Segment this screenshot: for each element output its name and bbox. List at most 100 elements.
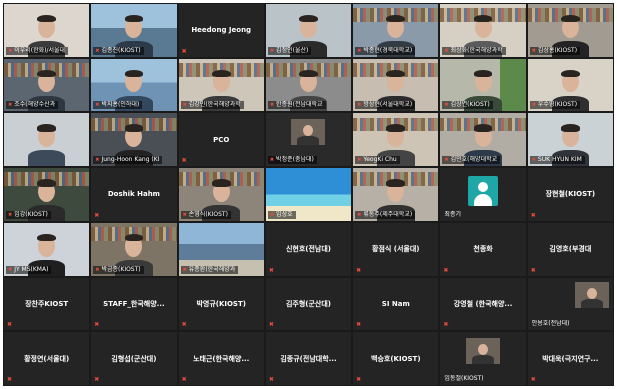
participant-name-text: 방상현(서울대학교)	[363, 101, 413, 109]
muted-mic-icon: ✖	[94, 321, 100, 329]
participant-name-text: 박지홍(인하대)	[101, 101, 140, 109]
participant-tile[interactable]: 장찬주KIOST ✖	[4, 277, 90, 331]
participant-name: ✖ JY MS(KMA)	[6, 265, 52, 274]
participant-tile[interactable]: ✖ JY MS(KMA)	[4, 222, 90, 276]
participant-name: 강영철 (한국해양...	[453, 299, 513, 308]
participant-tile[interactable]: Heedong Jeong ✖	[178, 4, 264, 57]
participant-name: 김주형(군산대)	[285, 299, 332, 308]
participant-tile[interactable]: ✖ 김종진(KIOST)	[91, 4, 177, 57]
participant-tile[interactable]: 김영호(부경대 ✖	[527, 222, 613, 276]
participant-name-text: 최상화(한국해양과학	[450, 46, 503, 54]
participant-name: 백승호(KIOST)	[371, 354, 421, 363]
participant-name: ✖ 임강(KIOST)	[6, 210, 51, 219]
participant-tile[interactable]: ✖ 최상화(한국해양과학	[440, 4, 526, 57]
participant-tile[interactable]: 황정연(서울대) ✖	[4, 332, 90, 385]
participant-name: 박영규(KIOST)	[196, 299, 246, 308]
participant-name-text: 김민호(해양대학교	[450, 156, 498, 164]
participant-name: ✖ 박지홍(인하대)	[93, 101, 143, 110]
participant-name: ✖ 김상홍(KIOST)	[529, 46, 581, 55]
muted-mic-icon: ✖	[182, 102, 187, 109]
participant-name: ✖ 박종현(경북대학교)	[355, 46, 416, 55]
muted-mic-icon: ✖	[530, 266, 536, 274]
participant-tile[interactable]: 최종기	[440, 168, 526, 221]
participant-tile[interactable]: STAFF_한국해양... ✖	[91, 277, 177, 331]
participant-name: 장찬주KIOST	[25, 299, 69, 308]
participant-name: Heedong Jeong	[191, 26, 252, 35]
participant-name-text: 김정인(울산)	[276, 46, 309, 54]
participant-name: ✖ 김강민(한국해양과학	[180, 101, 244, 110]
participant-name-text: 박정준(충남대)	[276, 156, 314, 164]
participant-name: ✖ 조수(해양수산과	[6, 101, 59, 110]
participant-tile[interactable]: 임동철(KIOST)	[440, 332, 526, 385]
participant-tile[interactable]: ✖ 임상호	[265, 168, 352, 221]
participant-tile[interactable]: ✖ YeogKi Chu	[353, 113, 439, 167]
participant-name: ✖ Jung-Hoon Kang (KI	[93, 156, 163, 165]
participant-name-text: 손영식(KIOST)	[188, 210, 228, 218]
participant-name-text: JY MS(KMA)	[14, 265, 49, 273]
participant-tile[interactable]: ✖ 김강민(한국해양과학	[178, 58, 264, 112]
muted-mic-icon: ✖	[443, 266, 449, 274]
participant-tile[interactable]: ✖ 우수영(KIOST)	[527, 58, 613, 112]
participant-name-text: 유종환(한국해양과	[188, 265, 236, 273]
participant-tile[interactable]: ✖ 박정준(충남대)	[265, 113, 352, 167]
participant-tile[interactable]: ✖ 손영식(KIOST)	[178, 168, 264, 221]
muted-mic-icon: ✖	[444, 47, 449, 54]
video-feed	[574, 281, 609, 308]
participant-name-text: 임강(KIOST)	[14, 210, 48, 218]
participant-name-text: 임상호	[276, 210, 293, 218]
participant-tile[interactable]: 신현호(전남대) ✖	[265, 222, 352, 276]
participant-name: PCO	[213, 135, 230, 144]
participant-tile[interactable]: ✖ 박지홍(인하대)	[91, 58, 177, 112]
participant-tile[interactable]: ✖ 김상홍(KIOST)	[527, 4, 613, 57]
participant-tile[interactable]: Doshik Hahm ✖	[91, 168, 177, 221]
participant-tile[interactable]	[4, 113, 90, 167]
participant-name: 김영호(부경대	[549, 245, 592, 254]
participant-name: ✖ 손영식(KIOST)	[180, 210, 231, 219]
participant-tile[interactable]: 강영철 (한국해양... ✖	[440, 277, 526, 331]
participant-tile[interactable]: ✖ 이우리(한화)/서울대	[4, 4, 90, 57]
participant-tile[interactable]: 박대욱(극지연구... ✖	[527, 332, 613, 385]
muted-mic-icon: ✖	[94, 211, 100, 219]
participant-tile[interactable]: 박영규(KIOST) ✖	[178, 277, 264, 331]
participant-tile[interactable]: 장현철(KIOST) ✖	[527, 168, 613, 221]
participant-name-text: 박금종(KIOST)	[101, 265, 141, 273]
muted-mic-icon: ✖	[269, 157, 275, 164]
muted-mic-icon: ✖	[95, 102, 100, 109]
participant-tile[interactable]: ✖ 박종현(경북대학교)	[353, 4, 439, 57]
participant-name: STAFF_한국해양...	[103, 299, 165, 308]
participant-tile[interactable]: ✖ 조수(해양수산과	[4, 58, 90, 112]
muted-mic-icon: ✖	[530, 376, 536, 383]
participant-tile[interactable]: ✖ 임강(KIOST)	[4, 168, 90, 221]
participant-tile[interactable]: PCO ✖	[178, 113, 264, 167]
muted-mic-icon: ✖	[357, 157, 362, 164]
video-feed	[4, 113, 90, 167]
participant-tile[interactable]: 노태근(한국해양... ✖	[178, 332, 264, 385]
participant-tile[interactable]: SI Nam ✖	[353, 277, 439, 331]
participant-tile[interactable]: ✖ 김정인(울산)	[265, 4, 352, 57]
participant-name: ✖ YeogKi Chu	[355, 156, 400, 165]
muted-mic-icon: ✖	[182, 266, 187, 273]
default-avatar-icon	[468, 176, 499, 207]
participant-tile[interactable]: 김주형(군산대) ✖	[265, 277, 352, 331]
participant-tile[interactable]: ✖ SUK HYUN KIM	[527, 113, 613, 167]
participant-tile[interactable]: ✖ Jung-Hoon Kang (KI	[91, 113, 177, 167]
participant-tile[interactable]: 안용호(전남대)	[527, 277, 613, 331]
participant-tile[interactable]: ✖ 방상현(서울대학교)	[353, 58, 439, 112]
participant-tile[interactable]: 김형섭(군산대) ✖	[91, 332, 177, 385]
participant-tile[interactable]: 황점식 (서울대) ✖	[353, 222, 439, 276]
participant-name: ✖ 우수영(KIOST)	[529, 101, 581, 110]
participant-tile[interactable]: ✖ 류동주(제주대학교)	[353, 168, 439, 221]
participant-name-text: YeogKi Chu	[363, 156, 397, 164]
muted-mic-icon: ✖	[268, 321, 274, 329]
participant-tile[interactable]: 천종화 ✖	[440, 222, 526, 276]
participant-name-text: 김강민(한국해양과학	[188, 101, 241, 109]
participant-gallery: ✖ 이우리(한화)/서울대 ✖ 김종진(KIOST) Heedong Jeong ✖ ✖ 김정…	[3, 3, 614, 386]
participant-tile[interactable]: ✖ 박금종(KIOST)	[91, 222, 177, 276]
participant-name-text: 한종원(전남대학교	[276, 101, 323, 109]
participant-tile[interactable]: ✖ 김민호(해양대학교	[440, 113, 526, 167]
participant-tile[interactable]: 백승호(KIOST) ✖	[353, 332, 439, 385]
participant-tile[interactable]: 김종규(전남대학... ✖	[265, 332, 352, 385]
participant-tile[interactable]: ✖ 한종원(전남대학교	[265, 58, 352, 112]
participant-tile[interactable]: ✖ 김상연(KIOST)	[440, 58, 526, 112]
participant-tile[interactable]: ✖ 유종환(한국해양과	[178, 222, 264, 276]
